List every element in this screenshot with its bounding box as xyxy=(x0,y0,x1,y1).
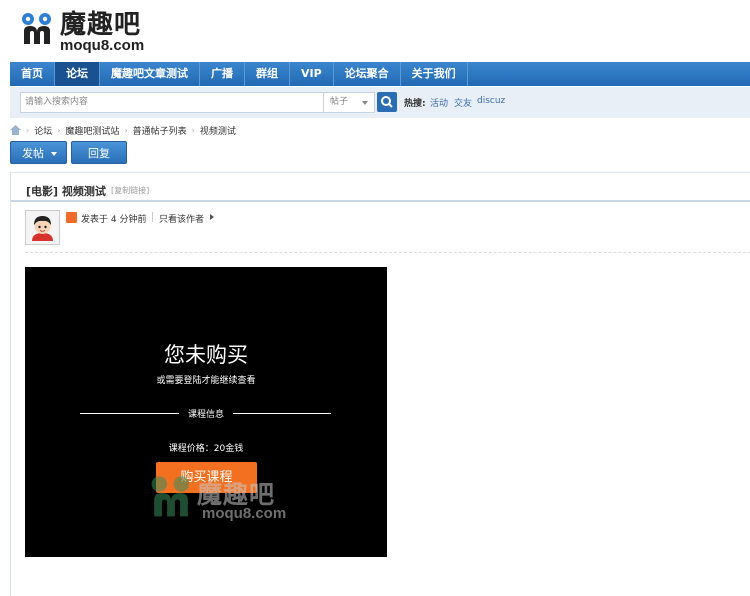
nav-item-broadcast[interactable]: 广播 xyxy=(200,62,245,86)
nav-item-groups[interactable]: 群组 xyxy=(245,62,290,86)
logo-chinese-text: 魔趣吧 xyxy=(60,10,142,40)
search-type-select[interactable]: 帖子 xyxy=(324,92,375,113)
chevron-right-icon xyxy=(210,214,214,220)
chevron-down-icon xyxy=(362,101,368,105)
info-rule-left xyxy=(80,413,179,414)
search-bar: 请输入搜索内容 帖子 热搜: 活动 交友 discuz xyxy=(10,87,750,118)
logo-domain-text: moqu8.com xyxy=(60,37,145,54)
title-divider xyxy=(11,200,750,202)
watermark-domain-text: moqu8.com xyxy=(202,505,287,522)
search-type-label: 帖子 xyxy=(330,97,349,107)
breadcrumb-separator-icon: › xyxy=(191,125,195,135)
search-icon xyxy=(381,96,393,108)
search-button[interactable] xyxy=(377,92,397,112)
breadcrumb-forum[interactable]: 论坛 xyxy=(34,124,52,137)
site-header: 魔趣吧 moqu8.com xyxy=(0,0,750,61)
nav-item-forum-aggregate[interactable]: 论坛聚合 xyxy=(334,62,401,86)
breadcrumb-site[interactable]: 魔趣吧测试站 xyxy=(65,124,119,137)
thread-title: [电影] 视频测试 xyxy=(26,185,106,198)
hot-link-friends[interactable]: 交友 xyxy=(454,96,472,109)
nav-item-article-test[interactable]: 魔趣吧文章测试 xyxy=(100,62,200,86)
breadcrumb-separator-icon: › xyxy=(124,125,128,135)
avatar[interactable] xyxy=(25,210,60,245)
breadcrumb: › 论坛 › 魔趣吧测试站 › 普通帖子列表 › 视频测试 xyxy=(10,124,236,137)
hot-link-discuz[interactable]: discuz xyxy=(477,96,505,106)
main-nav: 首页 论坛 魔趣吧文章测试 广播 群组 VIP 论坛聚合 关于我们 xyxy=(10,62,750,86)
video-paywall-subtitle: 或需要登陆才能继续查看 xyxy=(156,376,256,386)
course-price: 课程价格：20金钱 xyxy=(168,444,244,454)
breadcrumb-current[interactable]: 视频测试 xyxy=(200,124,236,137)
logo-mascot-icon xyxy=(22,13,51,44)
breadcrumb-separator-icon: › xyxy=(57,125,61,135)
nav-item-vip[interactable]: VIP xyxy=(290,62,334,86)
post-divider xyxy=(25,252,750,253)
reply-button[interactable]: 回复 xyxy=(71,141,127,164)
nav-item-forum[interactable]: 论坛 xyxy=(55,62,100,86)
info-rule-right xyxy=(233,413,331,414)
watermark-mascot-icon xyxy=(151,476,190,517)
author-badge-icon xyxy=(66,212,77,223)
copy-link-button[interactable]: [复制链接] xyxy=(111,185,149,196)
course-info-label: 课程信息 xyxy=(187,410,224,420)
nav-item-about[interactable]: 关于我们 xyxy=(401,62,468,86)
nav-item-home[interactable]: 首页 xyxy=(10,62,55,86)
only-author-link[interactable]: 只看该作者 xyxy=(159,212,204,225)
site-logo[interactable]: 魔趣吧 moqu8.com xyxy=(20,12,144,53)
thread-panel: [电影] 视频测试 [复制链接] 发表于 4 分钟前 只看该作者 您未购买 或需… xyxy=(10,172,750,596)
chevron-down-icon xyxy=(51,152,57,156)
video-player[interactable]: 您未购买 或需要登陆才能继续查看 课程信息 课程价格：20金钱 购买课程 魔趣吧… xyxy=(25,267,387,557)
post-time: 发表于 4 分钟前 xyxy=(81,215,147,225)
hot-link-activity[interactable]: 活动 xyxy=(430,96,448,109)
user-avatar-icon xyxy=(26,211,59,244)
new-post-button[interactable]: 发帖 xyxy=(10,141,67,164)
meta-divider xyxy=(152,212,153,222)
breadcrumb-separator-icon: › xyxy=(26,125,30,135)
home-icon[interactable] xyxy=(10,125,21,135)
new-post-label: 发帖 xyxy=(22,147,44,160)
video-paywall-title: 您未购买 xyxy=(164,343,248,367)
search-input[interactable]: 请输入搜索内容 xyxy=(20,92,324,113)
breadcrumb-list[interactable]: 普通帖子列表 xyxy=(133,124,187,137)
watermark-logo: 魔趣吧 moqu8.com xyxy=(149,473,309,523)
hot-search-label: 热搜: xyxy=(404,99,426,109)
